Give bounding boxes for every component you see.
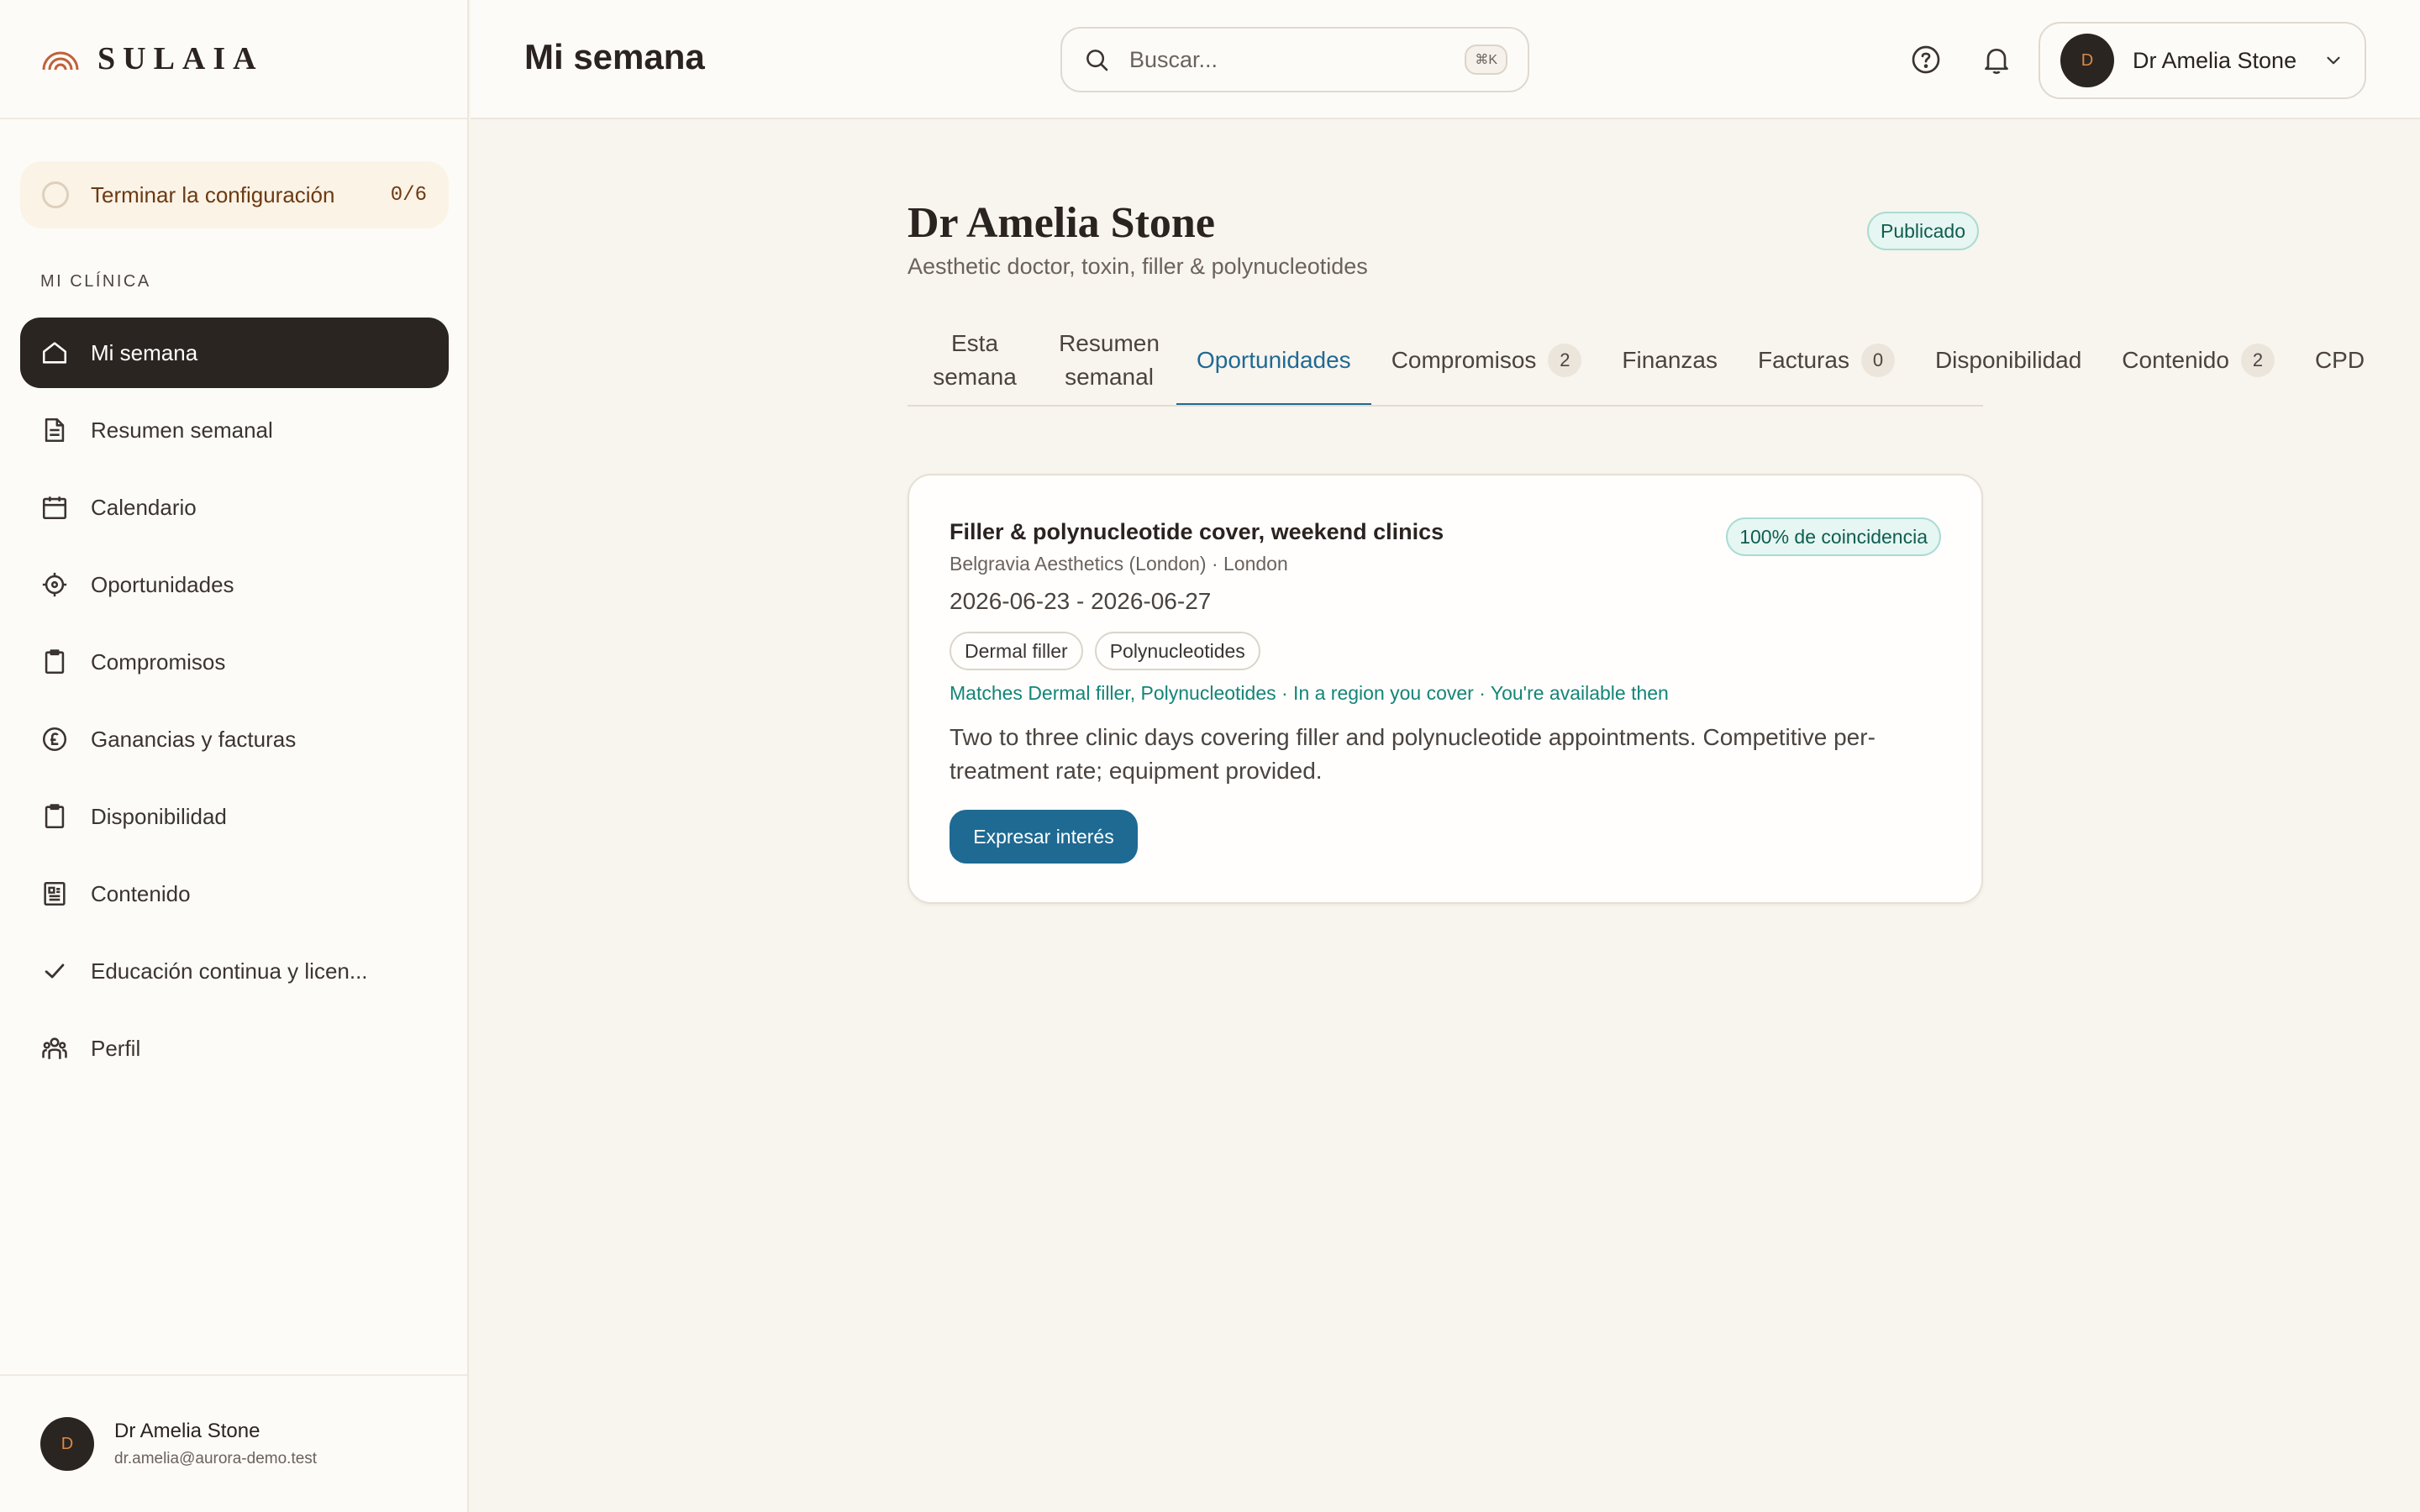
setup-progress-button[interactable]: Terminar la configuración 0/6 [20, 161, 449, 228]
opportunity-description: Two to three clinic days covering filler… [950, 724, 1876, 784]
count-badge: 0 [1860, 344, 1895, 377]
profile-subtitle: Aesthetic doctor, toxin, filler & polynu… [908, 254, 1368, 279]
tab-resumen-semanal[interactable]: Resumen semanal [1042, 314, 1176, 407]
help-icon[interactable] [1909, 43, 1943, 76]
chevron-down-icon [2327, 56, 2340, 65]
crosshair-icon [40, 570, 69, 599]
opportunity-card: Filler & polynucleotide cover, weekend c… [908, 474, 1983, 904]
profile-tabs: Esta semana Resumen semanal Oportunidade… [908, 314, 2420, 407]
user-menu-button[interactable]: D Dr Amelia Stone [2039, 22, 2366, 99]
skill-tags: Dermal filler Polynucleotides [950, 632, 1272, 670]
sidebar-item-oportunidades[interactable]: Oportunidades [20, 549, 449, 620]
tab-oportunidades[interactable]: Oportunidades [1176, 314, 1371, 407]
tab-contenido[interactable]: Contenido 2 [2102, 314, 2295, 407]
profile-name: Dr Amelia Stone [908, 199, 1215, 247]
setup-count: 0/6 [390, 183, 427, 207]
users-icon [40, 1034, 69, 1063]
sidebar-item-ganancias-y-facturas[interactable]: Ganancias y facturas [20, 704, 449, 774]
tab-label: Facturas [1758, 347, 1849, 373]
bell-icon[interactable] [1980, 43, 2013, 76]
tab-label: CPD [2314, 347, 2365, 373]
keyboard-shortcut-hint: ⌘K [1465, 45, 1507, 75]
tab-compromisos[interactable]: Compromisos 2 [1371, 314, 1602, 407]
tab-label: Contenido [2122, 347, 2229, 373]
sidebar-item-label: Disponibilidad [91, 803, 227, 829]
sidebar-item-compromisos[interactable]: Compromisos [20, 627, 449, 697]
brand[interactable]: SULAIA [0, 0, 467, 119]
avatar: D [2060, 34, 2114, 87]
progress-ring-icon [42, 181, 69, 208]
match-badge: 100% de coincidencia [1726, 517, 1941, 556]
sidebar-item-label: Contenido [91, 880, 191, 906]
account-footer[interactable]: D Dr Amelia Stone dr.amelia@aurora-demo.… [0, 1374, 467, 1512]
tab-label: Oportunidades [1197, 347, 1351, 373]
status-badge: Publicado [1867, 212, 1980, 250]
sidebar: SULAIA Terminar la configuración 0/6 MI … [0, 0, 469, 1512]
check-icon [40, 957, 69, 985]
skill-tag: Polynucleotides [1094, 632, 1260, 670]
pound-coin-icon [40, 725, 69, 753]
tab-disponibilidad[interactable]: Disponibilidad [1915, 314, 2102, 407]
tabs-divider [908, 405, 1983, 407]
sidebar-item-label: Ganancias y facturas [91, 726, 297, 752]
tab-label: Esta semana [933, 330, 1017, 390]
opportunity-dates: 2026-06-23 - 2026-06-27 [950, 588, 1212, 614]
sidebar-item-label: Calendario [91, 494, 197, 520]
sidebar-item-label: Compromisos [91, 648, 226, 675]
match-reasons: Matches Dermal filler, Polynucleotides ·… [950, 682, 1669, 704]
sidebar-item-resumen-semanal[interactable]: Resumen semanal [20, 395, 449, 465]
avatar: D [40, 1417, 94, 1471]
tab-label: Compromisos [1391, 347, 1537, 373]
search-placeholder: Buscar... [1129, 46, 1218, 72]
document-icon [40, 416, 69, 444]
sidebar-nav: Mi semana Resumen semanal Calendario Opo… [20, 318, 449, 1090]
clipboard-icon [40, 648, 69, 676]
tab-facturas[interactable]: Facturas 0 [1738, 314, 1915, 407]
sidebar-item-label: Resumen semanal [91, 417, 273, 443]
sidebar-item-calendario[interactable]: Calendario [20, 472, 449, 543]
account-email: dr.amelia@aurora-demo.test [114, 1450, 318, 1467]
opportunity-clinic: Belgravia Aesthetics (London) · London [950, 553, 1288, 575]
clipboard-icon [40, 802, 69, 831]
tab-esta-semana[interactable]: Esta semana [908, 314, 1042, 407]
search-icon [1086, 50, 1108, 71]
account-name: Dr Amelia Stone [114, 1420, 260, 1442]
page-title: Mi semana [524, 37, 705, 76]
setup-label: Terminar la configuración [91, 181, 335, 207]
user-name: Dr Amelia Stone [2133, 47, 2297, 73]
count-badge: 2 [1548, 344, 1582, 377]
sidebar-item-perfil[interactable]: Perfil [20, 1013, 449, 1084]
tab-cpd[interactable]: CPD [2295, 314, 2385, 407]
top-bar: Mi semana Buscar... ⌘K D Dr Amelia Stone [471, 0, 2420, 119]
search-input[interactable]: Buscar... ⌘K [1060, 27, 1529, 92]
skill-tag: Dermal filler [950, 632, 1083, 670]
express-interest-button[interactable]: Expresar interés [950, 810, 1138, 864]
calendar-icon [40, 493, 69, 522]
sidebar-item-label: Oportunidades [91, 571, 234, 597]
sidebar-item-label: Mi semana [91, 339, 198, 365]
tab-label: Resumen semanal [1059, 330, 1160, 390]
sidebar-item-contenido[interactable]: Contenido [20, 858, 449, 929]
count-badge: 2 [2240, 344, 2275, 377]
rainbow-arc-logo [42, 51, 79, 71]
opportunity-title: Filler & polynucleotide cover, weekend c… [950, 519, 1444, 544]
tab-label: Finanzas [1622, 347, 1718, 373]
sidebar-item-mi-semana[interactable]: Mi semana [20, 318, 449, 388]
sidebar-item-label: Perfil [91, 1035, 141, 1061]
section-label: MI CLÍNICA [40, 272, 151, 291]
tab-finanzas[interactable]: Finanzas [1602, 314, 1738, 407]
sidebar-item-disponibilidad[interactable]: Disponibilidad [20, 781, 449, 852]
tab-label: Disponibilidad [1934, 347, 2082, 373]
sidebar-item-label: Educación continua y licen... [91, 958, 368, 984]
sidebar-item-educacion-continua[interactable]: Educación continua y licen... [20, 936, 449, 1006]
newspaper-icon [40, 879, 69, 908]
home-icon [40, 339, 69, 367]
brand-name: SULAIA [97, 41, 264, 76]
